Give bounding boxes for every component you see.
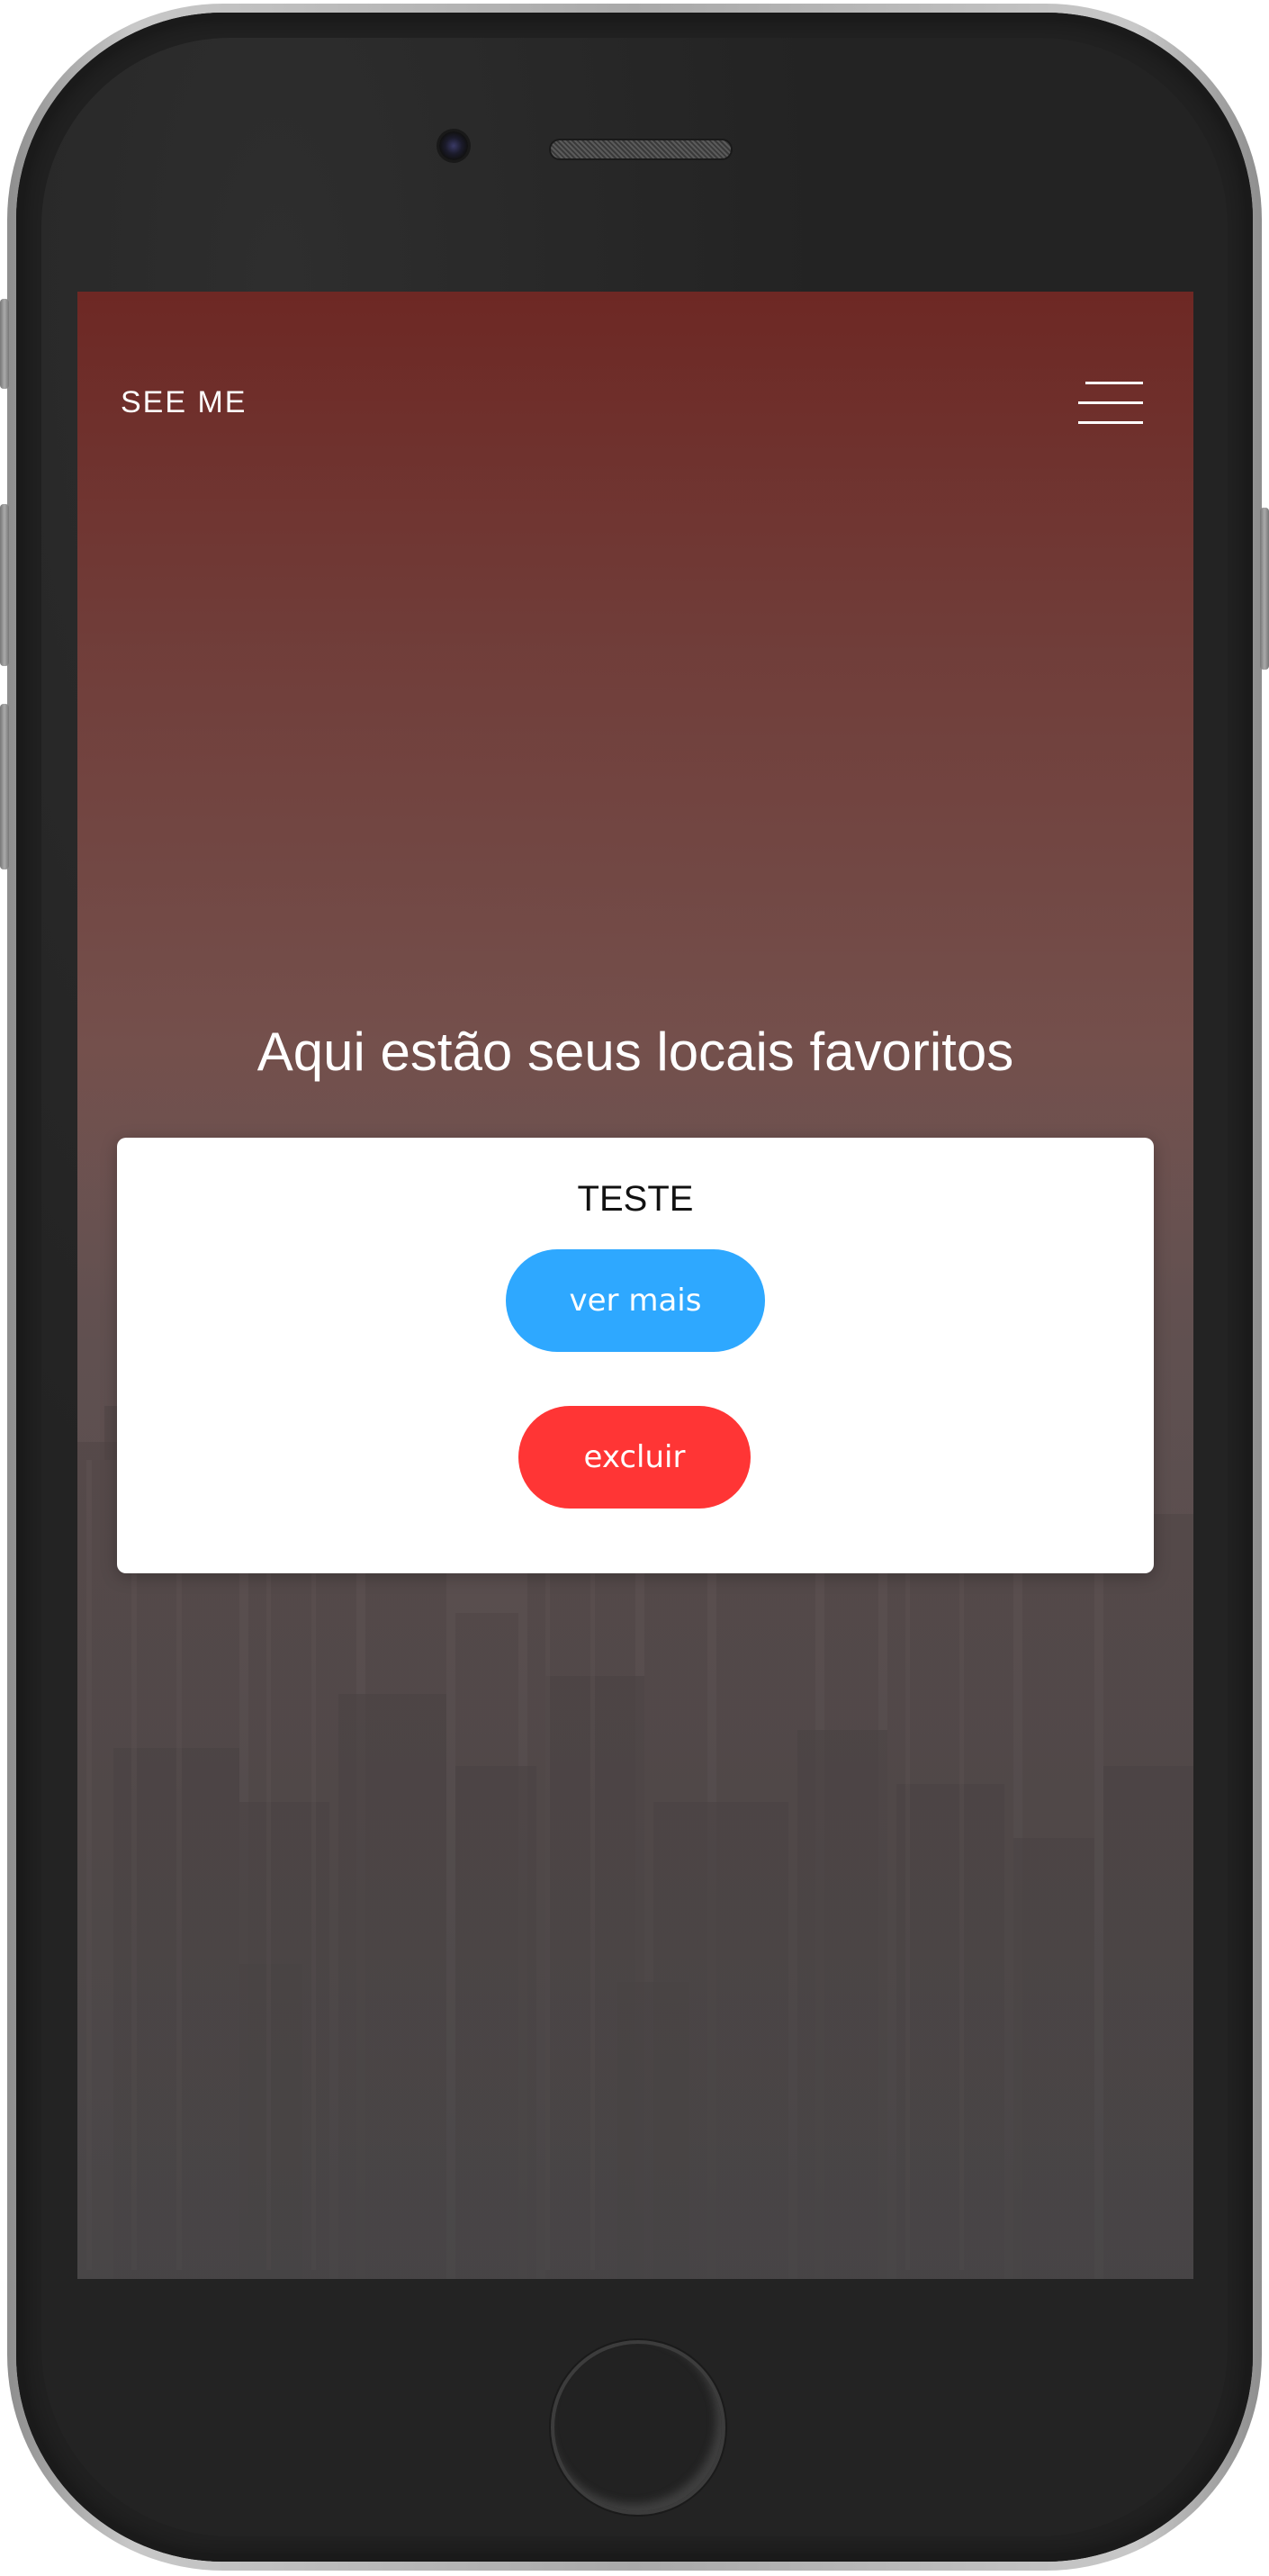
home-button[interactable] (551, 2340, 725, 2515)
mute-switch (0, 299, 9, 389)
page-heading: Aqui estão seus locais favoritos (256, 1022, 1014, 1082)
app-screen: SEE ME Aqui estão seus locais favoritos … (77, 292, 1193, 2279)
hamburger-icon-line-bottom (1078, 421, 1143, 424)
volume-down-button (0, 704, 9, 869)
hamburger-icon-line-top (1085, 382, 1143, 384)
favorite-place-card: TESTE ver mais excluir (117, 1138, 1154, 1573)
delete-button[interactable]: excluir (518, 1406, 751, 1509)
front-camera-icon (439, 131, 468, 160)
power-button (1260, 508, 1269, 670)
favorite-place-title: TESTE (577, 1179, 694, 1219)
hamburger-menu-button[interactable] (1078, 378, 1143, 430)
volume-up-button (0, 504, 9, 666)
earpiece-speaker (551, 140, 731, 158)
phone-frame: SEE ME Aqui estão seus locais favoritos … (0, 4, 1269, 2571)
see-more-button[interactable]: ver mais (506, 1249, 765, 1352)
hamburger-icon-line-middle (1078, 401, 1143, 404)
app-brand-logo[interactable]: SEE ME (121, 385, 247, 420)
